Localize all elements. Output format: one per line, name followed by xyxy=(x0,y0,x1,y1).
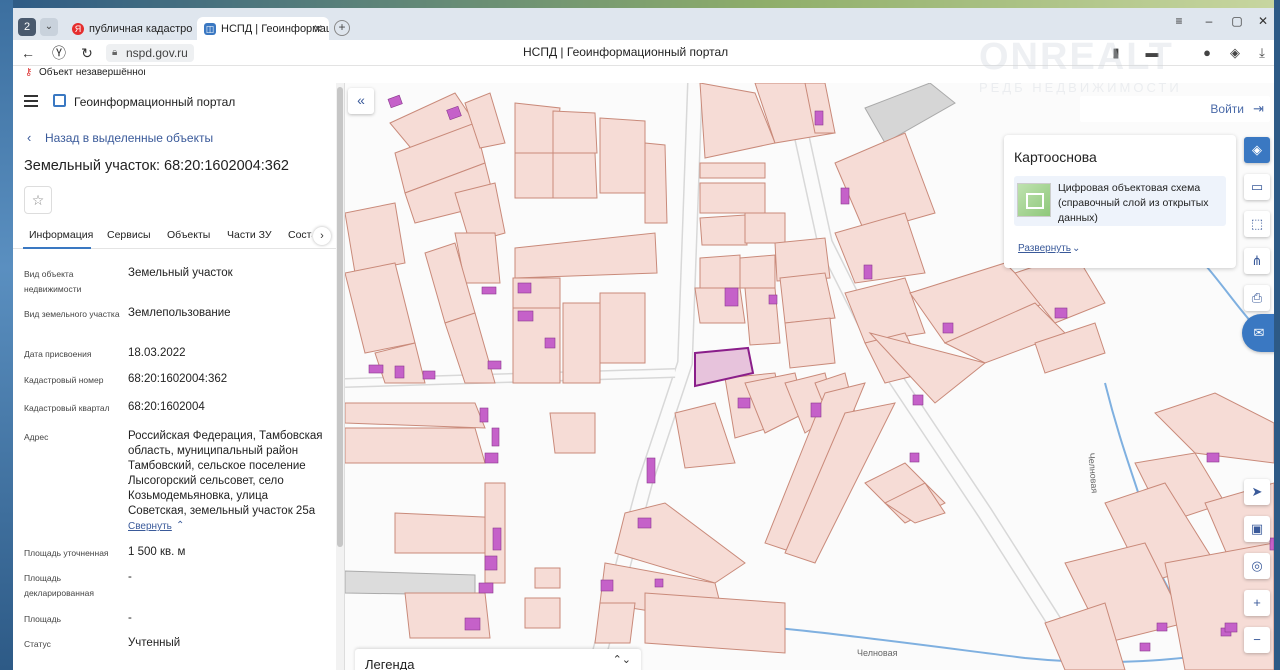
panel-scrollbar[interactable] xyxy=(336,83,344,670)
shield-icon[interactable]: ◈ xyxy=(1226,44,1244,62)
desktop-background xyxy=(0,0,1280,8)
tab-label: публичная кадастровая к xyxy=(89,23,193,35)
bookmarks-bar: ⚷ Объект незавершённого xyxy=(13,66,1274,83)
feedback-chat-button[interactable]: ✉ xyxy=(1242,314,1274,352)
login-button[interactable]: Войти ⇥ xyxy=(1080,96,1270,122)
browser-tab-bar: 2 ⌄ Я публичная кадастровая к ◫ НСПД | Г… xyxy=(13,8,1274,41)
row-value-cadastral-quarter: 68:20:1602004 xyxy=(128,401,205,413)
download-icon[interactable]: ⤓ xyxy=(1253,44,1271,62)
basemap-title: Картооснова xyxy=(1014,149,1097,165)
favorite-star-button[interactable]: ☆ xyxy=(24,186,52,214)
row-value-area: - xyxy=(128,612,132,624)
nspd-icon: ◫ xyxy=(204,23,216,35)
page-title: НСПД | Геоинформационный портал xyxy=(523,45,729,59)
row-value-parcel-type: Землепользование xyxy=(128,307,231,319)
basemap-item[interactable]: Цифровая объектовая схема (справочный сл… xyxy=(1014,176,1226,226)
info-panel: Геоинформационный портал ‹ Назад в выдел… xyxy=(13,83,345,670)
basemap-thumbnail-icon xyxy=(1017,183,1051,217)
legend-title: Легенда xyxy=(365,657,415,670)
new-tab-button[interactable]: + xyxy=(334,20,350,36)
tab-composition[interactable]: Состав xyxy=(288,229,312,241)
bookmark-icon[interactable]: ▮ xyxy=(1107,44,1125,62)
tab-services[interactable]: Сервисы xyxy=(107,229,151,241)
chevron-down-icon: ⌄ xyxy=(1072,243,1081,254)
tab-objects[interactable]: Объекты xyxy=(167,229,210,241)
legend-panel[interactable]: Легенда ⌃⌄ xyxy=(355,649,641,670)
row-label-area-declared: Площадь декларированная xyxy=(24,573,94,598)
chevron-left-icon: ‹ xyxy=(27,130,32,145)
basemap-item-label: Цифровая объектовая схема (справочный сл… xyxy=(1058,182,1209,224)
maximize-icon[interactable]: ▢ xyxy=(1227,14,1247,28)
object-title: Земельный участок: 68:20:1602004:362 xyxy=(24,158,289,174)
row-value-area-specified: 1 500 кв. м xyxy=(128,546,186,558)
basemap-card: Картооснова Цифровая объектовая схема (с… xyxy=(1004,135,1236,268)
desktop-background-right xyxy=(1274,0,1280,670)
minimap-button[interactable]: ▣ xyxy=(1244,516,1270,542)
key-icon: ⚷ xyxy=(25,67,33,78)
layers-tool-button[interactable]: ◈ xyxy=(1244,137,1270,163)
back-to-selected-link[interactable]: ‹ Назад в выделенные объекты xyxy=(27,130,213,145)
extension-icon[interactable]: ▬ xyxy=(1143,44,1161,62)
row-label-parcel-type: Вид земельного участка xyxy=(24,309,120,319)
chevron-up-icon: ⌃ xyxy=(176,520,185,531)
tab-list-dropdown[interactable]: ⌄ xyxy=(40,18,58,36)
profile-icon[interactable]: ● xyxy=(1198,44,1216,62)
desktop-background-left xyxy=(0,0,13,670)
geolocation-button[interactable]: ➤ xyxy=(1244,479,1270,505)
info-tabs: Информация Сервисы Объекты Части ЗУ Сост… xyxy=(13,223,337,249)
yandex-icon: Я xyxy=(72,23,84,35)
login-arrow-icon: ⇥ xyxy=(1253,101,1264,116)
menu-icon[interactable]: ≡ xyxy=(1169,14,1189,28)
browser-tab-yandex[interactable]: Я публичная кадастровая к xyxy=(65,17,193,41)
close-tab-icon[interactable]: ✕ xyxy=(313,17,323,41)
address-bar: ← Ⓨ ↻ 🔒︎ nspd.gov.ru НСПД | Геоинформаци… xyxy=(13,40,1274,66)
row-label-status: Статус xyxy=(24,639,51,649)
street-label: Челновая xyxy=(1086,452,1100,493)
zoom-out-button[interactable]: − xyxy=(1244,627,1270,653)
row-label-cadastral-quarter: Кадастровый квартал xyxy=(24,403,110,413)
active-tab-indicator xyxy=(23,247,91,249)
zoom-in-button[interactable]: + xyxy=(1244,590,1270,616)
minimize-icon[interactable]: – xyxy=(1199,14,1219,28)
close-window-icon[interactable]: ✕ xyxy=(1253,14,1273,28)
row-label-address: Адрес xyxy=(24,432,49,442)
portal-logo-icon xyxy=(53,94,66,107)
row-label-area: Площадь xyxy=(24,614,62,624)
select-area-tool-button[interactable]: ⬚ xyxy=(1244,211,1270,237)
location-pin-button[interactable]: ◎ xyxy=(1244,553,1270,579)
street-label: Челновая xyxy=(857,648,898,658)
row-label-cadastral-number: Кадастровый номер xyxy=(24,375,104,385)
expand-basemap-link[interactable]: Развернуть ⌄ xyxy=(1018,243,1080,254)
tab-parcel-parts[interactable]: Части ЗУ xyxy=(227,229,272,241)
row-value-assign-date: 18.03.2022 xyxy=(128,347,186,359)
chevron-expand-icon: ⌃⌄ xyxy=(612,654,631,666)
tab-count-badge[interactable]: 2 xyxy=(18,18,36,36)
ruler-tool-button[interactable]: ▭ xyxy=(1244,174,1270,200)
portal-name: Геоинформационный портал xyxy=(74,95,236,109)
row-value-status: Учтенный xyxy=(128,637,181,649)
url-field[interactable]: 🔒︎ nspd.gov.ru xyxy=(106,44,194,62)
map-view[interactable]: Челновая Челновая « Войти ⇥ Картооснова … xyxy=(345,83,1274,670)
hamburger-menu-icon[interactable] xyxy=(24,95,38,107)
reload-icon[interactable]: ↻ xyxy=(78,44,96,62)
back-icon[interactable]: ← xyxy=(19,44,37,62)
row-value-area-declared: - xyxy=(128,571,132,583)
lock-icon: 🔒︎ xyxy=(112,47,118,58)
row-label-area-specified: Площадь уточненная xyxy=(24,548,109,558)
share-tool-button[interactable]: ⋔ xyxy=(1244,248,1270,274)
row-value-cadastral-number: 68:20:1602004:362 xyxy=(128,373,228,385)
print-tool-button[interactable]: ⎙ xyxy=(1244,285,1270,311)
browser-tab-nspd[interactable]: ◫ НСПД | Геоинформационн ✕ xyxy=(197,17,329,41)
bookmark-item[interactable]: ⚷ Объект незавершённого xyxy=(25,67,145,78)
row-label-object-type: Вид объекта недвижимости xyxy=(24,269,82,294)
collapse-address-link[interactable]: Свернуть ⌃ xyxy=(128,520,184,532)
row-value-object-type: Земельный участок xyxy=(128,267,233,279)
collapse-panel-button[interactable]: « xyxy=(348,88,374,114)
row-label-assign-date: Дата присвоения xyxy=(24,349,92,359)
tabs-scroll-right-button[interactable]: › xyxy=(313,227,331,245)
scrollbar-thumb[interactable] xyxy=(337,87,343,547)
row-value-address: Российская Федерация, Тамбовская область… xyxy=(128,430,323,517)
yandex-home-icon[interactable]: Ⓨ xyxy=(50,44,68,62)
tab-information[interactable]: Информация xyxy=(29,229,93,241)
